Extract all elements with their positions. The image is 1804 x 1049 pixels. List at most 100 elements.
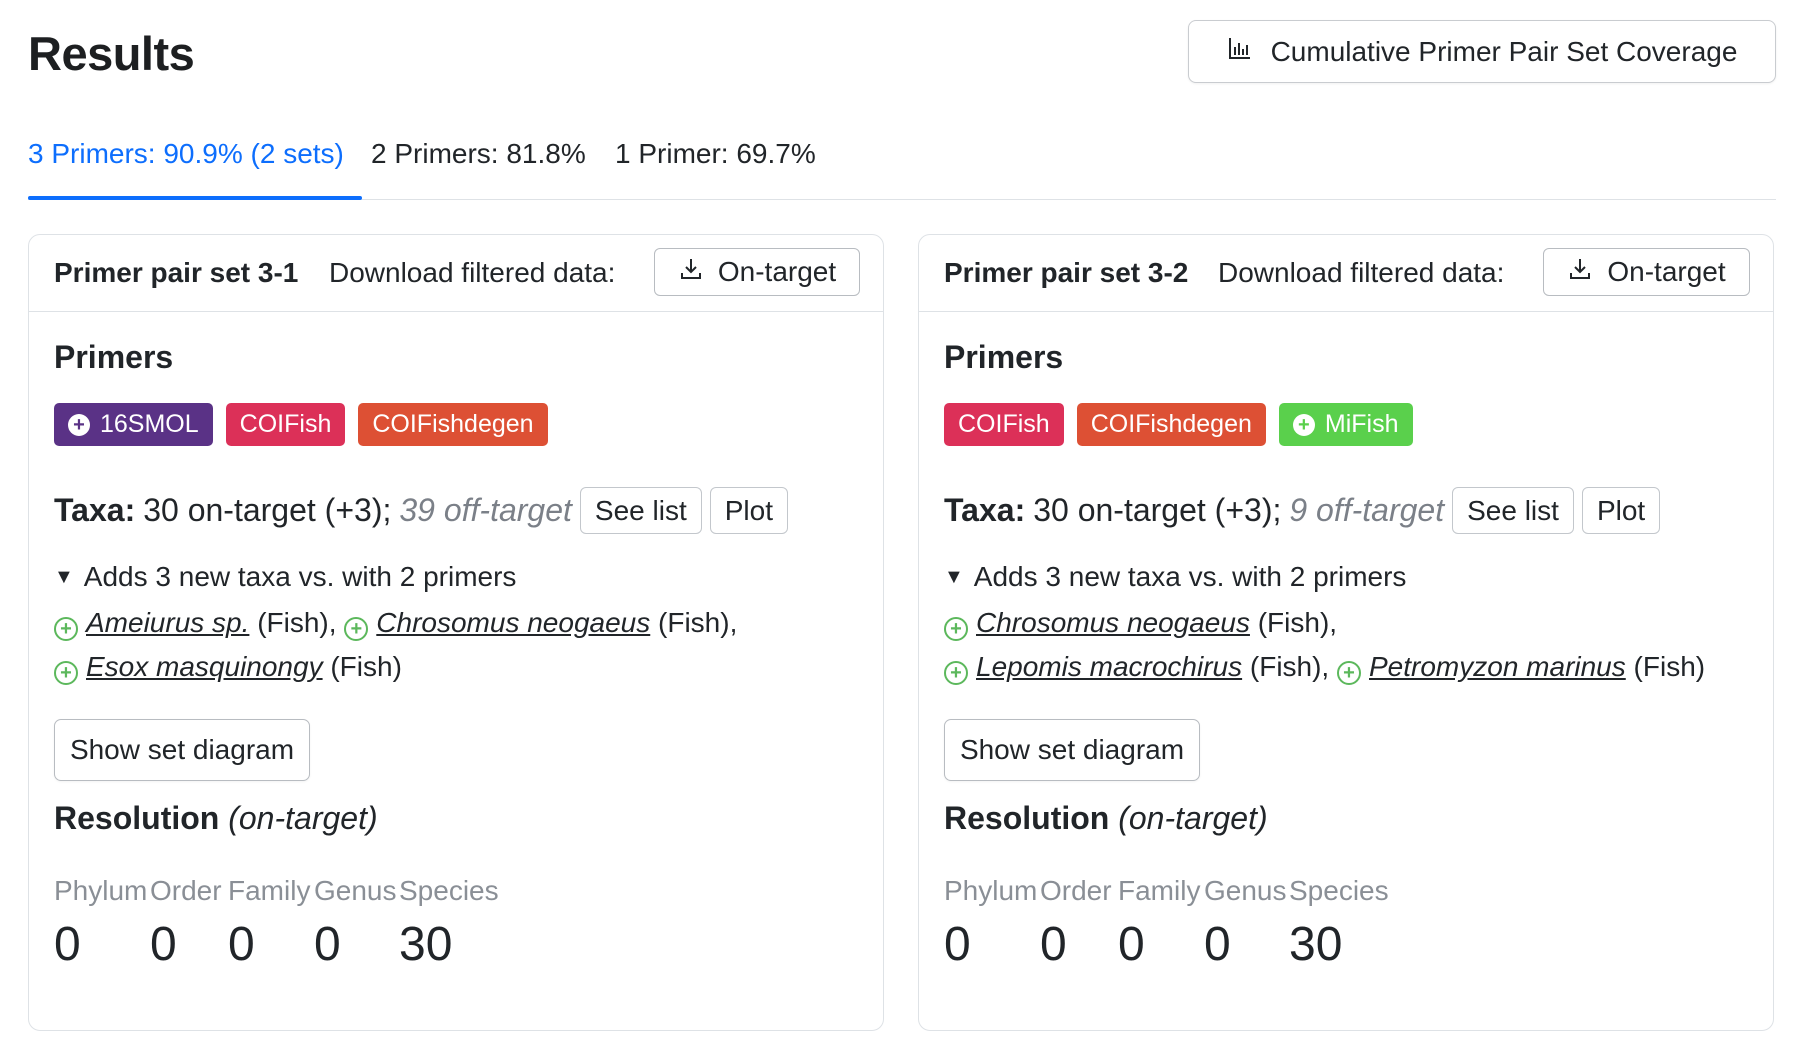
taxon-group: (Fish),	[1249, 651, 1330, 682]
resolution-subtitle: (on-target)	[1118, 800, 1268, 836]
plus-icon: +	[68, 413, 90, 436]
plus-circle-icon: +	[944, 617, 968, 641]
primer-badge: COIFish	[944, 403, 1064, 446]
taxon-link[interactable]: Ameiurus sp.	[86, 607, 249, 638]
new-taxa-toggle[interactable]: ▼ Adds 3 new taxa vs. with 2 primers	[944, 561, 1406, 593]
card-header: Primer pair set 3-1 Download filtered da…	[29, 235, 883, 312]
download-on-target-button[interactable]: On-target	[654, 248, 860, 296]
primer-badges: COIFish COIFishdegen + MiFish	[944, 403, 1413, 446]
off-target-count: 9 off-target	[1289, 492, 1445, 528]
new-taxa-toggle[interactable]: ▼ Adds 3 new taxa vs. with 2 primers	[54, 561, 516, 593]
resolution-header-species: Species	[1289, 875, 1389, 906]
primers-heading: Primers	[944, 339, 1064, 375]
plus-circle-icon: +	[54, 617, 78, 641]
disclosure-triangle-icon: ▼	[944, 565, 964, 588]
plus-circle-icon: +	[54, 661, 78, 685]
taxa-summary-row: Taxa: 30 on-target (+3); 39 off-target S…	[54, 487, 788, 534]
taxon-link[interactable]: Chrosomus neogaeus	[976, 607, 1250, 638]
primer-badge: COIFishdegen	[1076, 403, 1266, 446]
taxon-link[interactable]: Chrosomus neogaeus	[376, 607, 650, 638]
resolution-heading: Resolution (on-target)	[944, 800, 1268, 837]
show-set-diagram-button[interactable]: Show set diagram	[54, 719, 310, 781]
resolution-header-genus: Genus	[314, 875, 397, 906]
resolution-header-family: Family	[1118, 875, 1201, 906]
primer-badge: COIFish	[225, 403, 346, 446]
download-icon	[1567, 256, 1593, 289]
download-label: Download filtered data:	[1218, 257, 1505, 288]
bar-chart-icon	[1227, 35, 1253, 68]
cumulative-coverage-button[interactable]: Cumulative Primer Pair Set Coverage	[1188, 20, 1776, 83]
taxon-link[interactable]: Esox masquinongy	[86, 651, 323, 682]
plus-circle-icon: +	[944, 661, 968, 685]
primer-set-card: Primer pair set 3-2 Download filtered da…	[918, 234, 1774, 1031]
on-target-label: On-target	[717, 256, 837, 287]
download-on-target-button[interactable]: On-target	[1543, 248, 1750, 296]
primer-name: COIFish	[958, 410, 1050, 438]
resolution-value-genus: 0	[1204, 918, 1231, 971]
tab-1-primer[interactable]: 1 Primer: 69.7%	[615, 138, 816, 170]
resolution-value-family: 0	[228, 918, 255, 971]
primer-name: 16SMOL	[100, 410, 199, 438]
primer-badge: + MiFish	[1278, 403, 1413, 446]
card-header: Primer pair set 3-2 Download filtered da…	[919, 235, 1773, 312]
resolution-header-species: Species	[399, 875, 499, 906]
set-title: Primer pair set 3-1	[54, 257, 299, 288]
resolution-value-species: 30	[399, 918, 453, 971]
off-target-count: 39 off-target	[399, 492, 572, 528]
see-list-button[interactable]: See list	[579, 487, 702, 534]
resolution-header-order: Order	[150, 875, 222, 906]
tab-2-primers[interactable]: 2 Primers: 81.8%	[371, 138, 586, 170]
resolution-value-phylum: 0	[944, 918, 971, 971]
page-title: Results	[28, 27, 195, 80]
resolution-heading: Resolution (on-target)	[54, 800, 378, 837]
download-label: Download filtered data:	[329, 257, 616, 288]
new-taxa-list: + Ameiurus sp. (Fish), + Chrosomus neogaeu…	[54, 601, 737, 689]
active-tab-indicator	[28, 196, 362, 200]
primer-name: MiFish	[1324, 410, 1399, 438]
show-set-diagram-button[interactable]: Show set diagram	[944, 719, 1200, 781]
tab-3-primers[interactable]: 3 Primers: 90.9% (2 sets)	[28, 138, 344, 170]
resolution-title: Resolution	[944, 800, 1110, 836]
taxon-group: (Fish),	[1257, 607, 1338, 638]
taxa-label: Taxa:	[944, 492, 1026, 528]
resolution-title: Resolution	[54, 800, 220, 836]
resolution-header-order: Order	[1040, 875, 1112, 906]
taxa-summary-row: Taxa: 30 on-target (+3); 9 off-target Se…	[944, 487, 1661, 534]
new-taxa-list: + Chrosomus neogaeus (Fish), + Lepomis mac…	[944, 601, 1705, 689]
taxon-link[interactable]: Lepomis macrochirus	[976, 651, 1242, 682]
primer-set-card: Primer pair set 3-1 Download filtered da…	[28, 234, 884, 1031]
resolution-header-phylum: Phylum	[944, 875, 1038, 906]
resolution-value-species: 30	[1289, 918, 1343, 971]
resolution-value-order: 0	[150, 918, 177, 971]
new-taxa-summary: Adds 3 new taxa vs. with 2 primers	[83, 561, 517, 592]
new-taxa-summary: Adds 3 new taxa vs. with 2 primers	[973, 561, 1407, 592]
primer-name: COIFishdegen	[1090, 410, 1252, 438]
primer-badges: + 16SMOL COIFish COIFishdegen	[54, 403, 548, 446]
resolution-value-order: 0	[1040, 918, 1067, 971]
resolution-header-genus: Genus	[1204, 875, 1287, 906]
taxon-group: (Fish),	[658, 607, 738, 638]
plus-circle-icon: +	[1337, 661, 1361, 685]
taxa-count: 30 on-target (+3);	[1033, 492, 1282, 528]
see-list-button[interactable]: See list	[1452, 487, 1574, 534]
resolution-subtitle: (on-target)	[228, 800, 378, 836]
resolution-header-phylum: Phylum	[54, 875, 148, 906]
taxon-group: (Fish)	[330, 651, 402, 682]
taxa-count: 30 on-target (+3);	[143, 492, 392, 528]
taxon-link[interactable]: Petromyzon marinus	[1369, 651, 1626, 682]
taxon-group: (Fish)	[1633, 651, 1706, 682]
primer-count-tabs: 3 Primers: 90.9% (2 sets) 2 Primers: 81.…	[28, 120, 1776, 200]
resolution-value-family: 0	[1118, 918, 1145, 971]
on-target-label: On-target	[1607, 256, 1726, 287]
taxa-label: Taxa:	[54, 492, 136, 528]
plot-button[interactable]: Plot	[1581, 487, 1661, 534]
plus-icon: +	[1292, 413, 1315, 436]
set-title: Primer pair set 3-2	[944, 257, 1189, 288]
resolution-value-genus: 0	[314, 918, 341, 971]
primer-name: COIFishdegen	[372, 410, 534, 438]
resolution-value-phylum: 0	[54, 918, 81, 971]
cumulative-coverage-label: Cumulative Primer Pair Set Coverage	[1270, 35, 1738, 67]
plot-button[interactable]: Plot	[709, 487, 788, 534]
primer-badge: + 16SMOL	[54, 403, 213, 446]
download-icon	[678, 256, 704, 289]
